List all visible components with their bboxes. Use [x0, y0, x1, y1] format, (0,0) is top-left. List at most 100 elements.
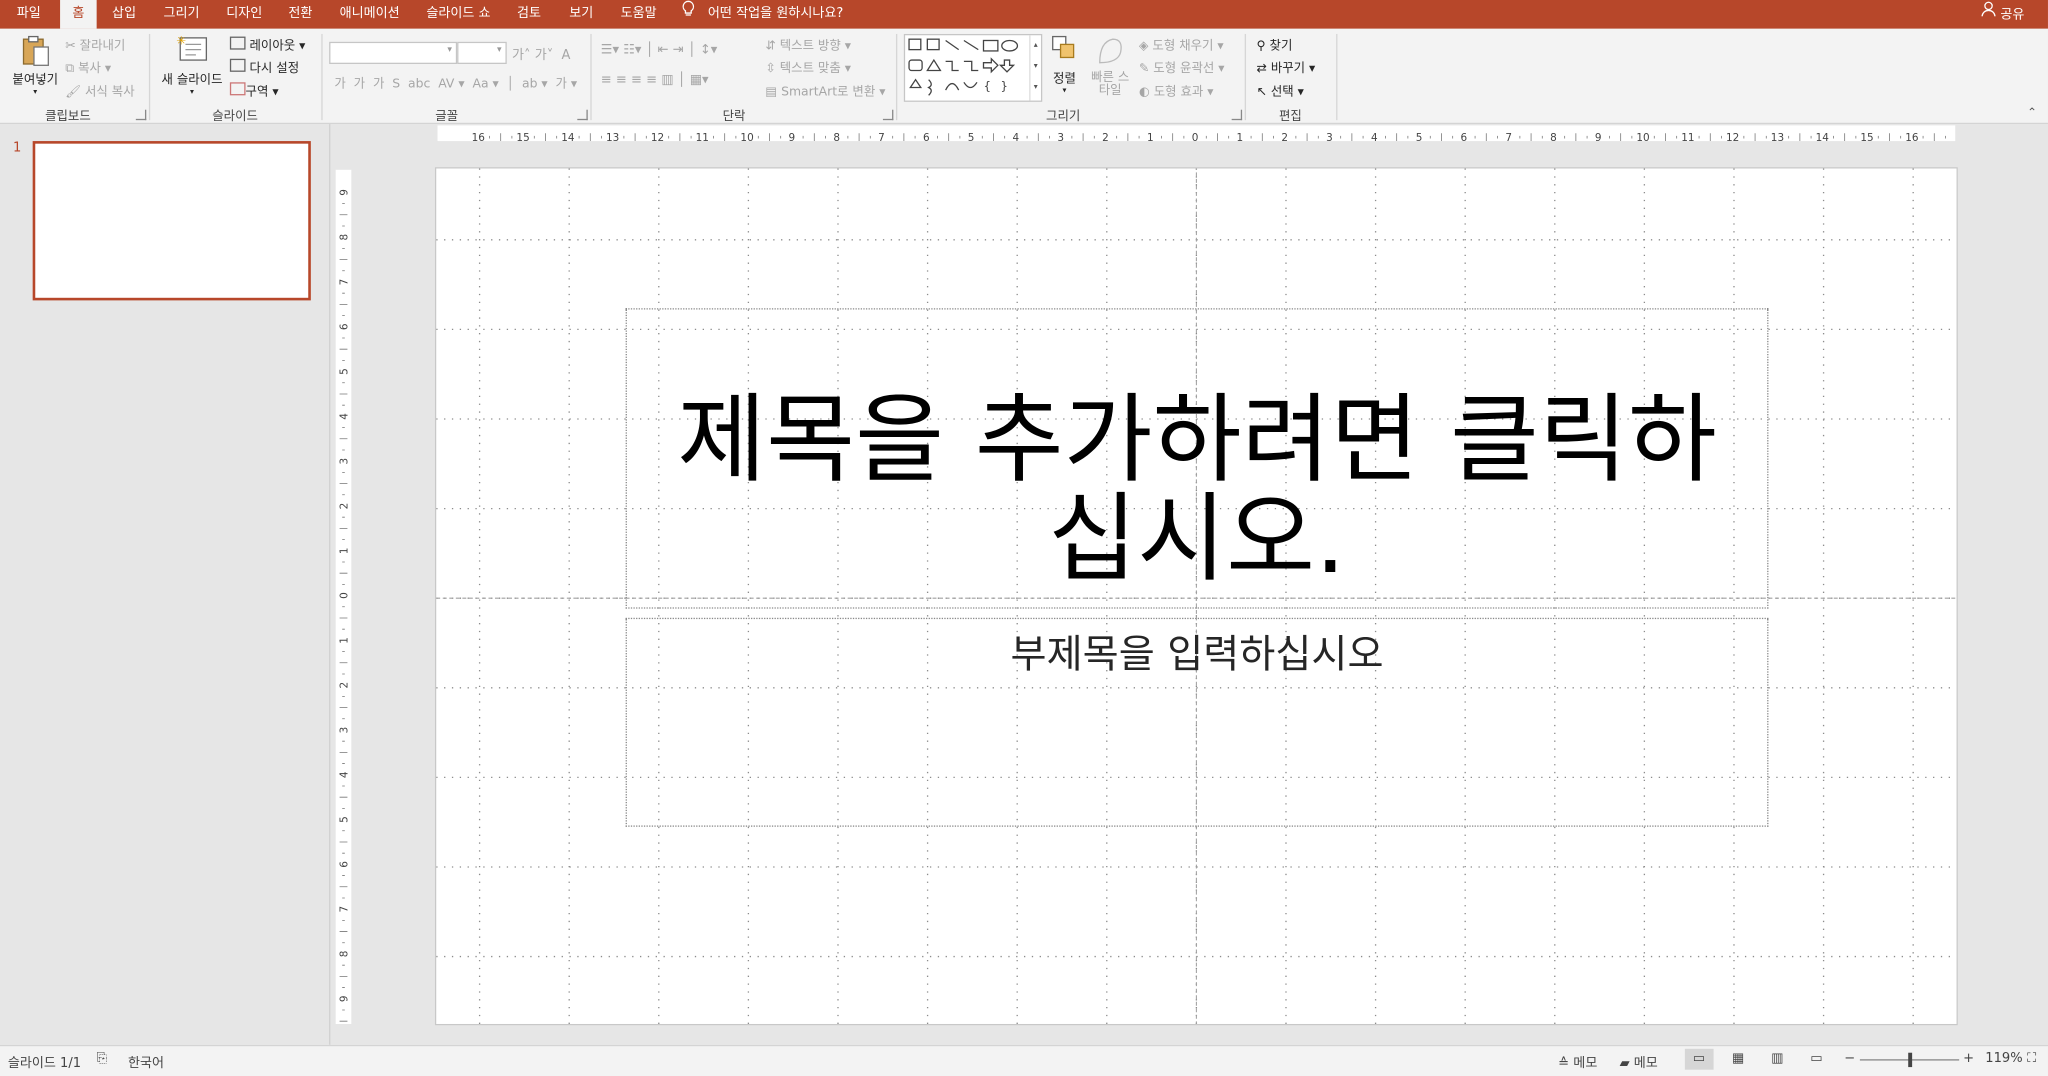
select-button[interactable]: ↖ 선택 ▾ — [1256, 81, 1303, 99]
svg-text:✳: ✳ — [176, 34, 186, 47]
quick-styles-button[interactable]: 빠른 스타일 — [1087, 34, 1134, 98]
align-text-icon: ⇳ — [765, 61, 776, 76]
copy-button[interactable]: ⧉ 복사 ▾ — [65, 57, 111, 75]
comments-button[interactable]: ▰ 메모 — [1620, 1051, 1658, 1071]
paste-button[interactable]: 붙여넣기 ▾ — [10, 34, 60, 97]
ruler-tick-label: 14 — [561, 132, 575, 144]
ruler-tick-label: 1 — [1237, 132, 1244, 144]
notes-button[interactable]: ≙ 메모 — [1558, 1051, 1597, 1071]
new-slide-icon: ✳ — [175, 33, 209, 65]
tell-me-box[interactable]: 어떤 작업을 원하시나요? — [682, 0, 844, 29]
spellcheck-icon[interactable]: ⎘ — [97, 1051, 107, 1065]
ruler-tick-label: 2 — [338, 503, 350, 510]
slide-thumbnail[interactable] — [32, 141, 311, 301]
tab-review[interactable]: 검토 — [507, 0, 551, 29]
tab-slideshow[interactable]: 슬라이드 쇼 — [418, 0, 499, 29]
reset-icon — [229, 58, 246, 72]
status-bar: 슬라이드 1/1 ⎘ 한국어 ≙ 메모 ▰ 메모 ▭ ▦ ▥ ▭ − + 119… — [0, 1044, 2048, 1076]
svg-text:{: { — [983, 79, 990, 93]
smartart-icon: ▤ — [765, 84, 778, 100]
title-text[interactable]: 제목을 추가하려면 클릭하 십시오. — [627, 391, 1767, 590]
font-size-controls[interactable]: 가˄ 가˅ A — [512, 43, 570, 62]
font-style-buttons[interactable]: 가 가 가 S abc AV ▾ Aa ▾ │ ab ▾ 가 ▾ — [334, 73, 577, 91]
tab-design[interactable]: 디자인 — [217, 0, 272, 29]
title-placeholder[interactable]: 제목을 추가하려면 클릭하 십시오. — [625, 308, 1769, 609]
ruler-tick-label: 4 — [1371, 132, 1378, 144]
shapes-gallery[interactable]: {} ▴ ▾ ▾ — [903, 33, 1043, 102]
format-painter-button[interactable]: 🖌 서식 복사 — [65, 81, 134, 99]
tab-help[interactable]: 도움말 — [611, 0, 666, 29]
ruler-tick-label: 9 — [338, 995, 350, 1002]
ruler-tick-label: 3 — [338, 727, 350, 734]
zoom-level[interactable]: 119% — [1985, 1051, 2022, 1065]
alignment-buttons[interactable]: ≡ ≡ ≡ ≡ ▥ │ ▦▾ — [601, 73, 709, 87]
ruler-tick-label: 8 — [1550, 132, 1557, 144]
ruler-tick-label: 7 — [338, 279, 350, 286]
shape-effects-button[interactable]: ◐ 도형 효과 ▾ — [1139, 81, 1214, 99]
ruler-tick-label: 5 — [1416, 132, 1423, 144]
slide-sorter-icon[interactable]: ▦ — [1732, 1051, 1744, 1065]
clipboard-launcher-icon[interactable] — [135, 109, 147, 121]
smartart-button[interactable]: ▤ SmartArt로 변환 ▾ — [765, 81, 885, 99]
text-direction-button[interactable]: ⇵ 텍스트 방향 ▾ — [765, 35, 851, 53]
cut-button[interactable]: ✂ 잘라내기 — [65, 35, 125, 53]
font-name-combo[interactable]: ▾ — [329, 41, 458, 64]
tab-transitions[interactable]: 전환 — [280, 0, 322, 29]
ribbon-tab-bar: 파일 홈 삽입 그리기 디자인 전환 애니메이션 슬라이드 쇼 검토 보기 도움… — [0, 0, 2048, 29]
notes-icon: ≙ — [1558, 1056, 1570, 1072]
drawing-group-label: 그리기 — [1046, 109, 1081, 125]
subtitle-text[interactable]: 부제목을 입력하십시오 — [627, 622, 1767, 679]
drawing-launcher-icon[interactable] — [1231, 109, 1243, 121]
reset-button[interactable]: 다시 설정 — [229, 57, 299, 76]
section-icon — [229, 82, 246, 96]
ruler-tick-label: 11 — [1681, 132, 1694, 144]
layout-icon — [229, 36, 246, 50]
subtitle-placeholder[interactable]: 부제목을 입력하십시오 — [625, 617, 1769, 827]
ruler-tick-label: 11 — [696, 132, 709, 144]
section-label: 구역 — [245, 84, 269, 100]
tab-view[interactable]: 보기 — [559, 0, 603, 29]
ruler-tick-label: 0 — [338, 592, 350, 599]
tab-insert[interactable]: 삽입 — [102, 0, 146, 29]
ruler-tick-label: 15 — [516, 132, 529, 144]
zoom-slider-thumb[interactable] — [1908, 1052, 1913, 1068]
font-group-label: 글꼴 — [435, 109, 459, 125]
paint-bucket-icon: ◈ — [1138, 39, 1149, 54]
tab-draw[interactable]: 그리기 — [154, 0, 209, 29]
normal-view-icon: ▭ — [1692, 1051, 1706, 1066]
collapse-ribbon-icon[interactable]: ⌃ — [2027, 107, 2037, 120]
slideshow-icon[interactable]: ▭ — [1810, 1051, 1822, 1065]
share-button[interactable]: 공유 — [1981, 0, 2024, 29]
tab-file[interactable]: 파일 — [0, 0, 57, 29]
reading-view-icon[interactable]: ▥ — [1771, 1051, 1783, 1065]
list-buttons[interactable]: ☰▾ ☷▾ │ ⇤ ⇥ │ ↕▾ — [601, 43, 718, 57]
normal-view-button[interactable]: ▭ — [1684, 1048, 1714, 1070]
zoom-in-button[interactable]: + — [1963, 1051, 1974, 1065]
layout-button[interactable]: 레이아웃 ▾ — [229, 35, 305, 54]
align-text-button[interactable]: ⇳ 텍스트 맞춤 ▾ — [765, 57, 851, 75]
shape-fill-button[interactable]: ◈ 도형 채우기 ▾ — [1139, 35, 1224, 53]
font-size-combo[interactable]: ▾ — [457, 41, 507, 64]
replace-button[interactable]: ⇄ 바꾸기 ▾ — [1256, 57, 1315, 75]
shape-effects-label: 도형 효과 — [1153, 84, 1204, 100]
fit-slide-icon[interactable]: ⛶ — [2027, 1051, 2036, 1065]
zoom-out-button[interactable]: − — [1844, 1051, 1855, 1065]
ruler-tick-label: 14 — [1816, 132, 1830, 144]
ruler-tick-label: 13 — [1771, 132, 1784, 144]
new-slide-button[interactable]: ✳ 새 슬라이드 ▾ — [159, 33, 224, 96]
arrange-button[interactable]: 정렬 ▾ — [1049, 34, 1080, 95]
paragraph-launcher-icon[interactable] — [882, 109, 894, 121]
tab-animations[interactable]: 애니메이션 — [329, 0, 410, 29]
font-launcher-icon[interactable] — [577, 109, 588, 121]
shapes-icon: {} — [908, 38, 1019, 96]
effects-icon: ◐ — [1138, 84, 1150, 100]
ruler-tick-label: 10 — [1636, 132, 1649, 144]
find-button[interactable]: ⚲ 찾기 — [1256, 35, 1292, 53]
clipboard-group-label: 클립보드 — [45, 109, 91, 125]
tab-home[interactable]: 홈 — [60, 0, 97, 29]
language-indicator[interactable]: 한국어 — [128, 1051, 164, 1071]
shape-outline-button[interactable]: ✎ 도형 윤곽선 ▾ — [1139, 57, 1225, 75]
section-button[interactable]: 구역 ▾ — [229, 81, 279, 100]
ruler-tick-label: 15 — [1860, 132, 1873, 144]
tell-me-text: 어떤 작업을 원하시나요? — [707, 6, 844, 21]
